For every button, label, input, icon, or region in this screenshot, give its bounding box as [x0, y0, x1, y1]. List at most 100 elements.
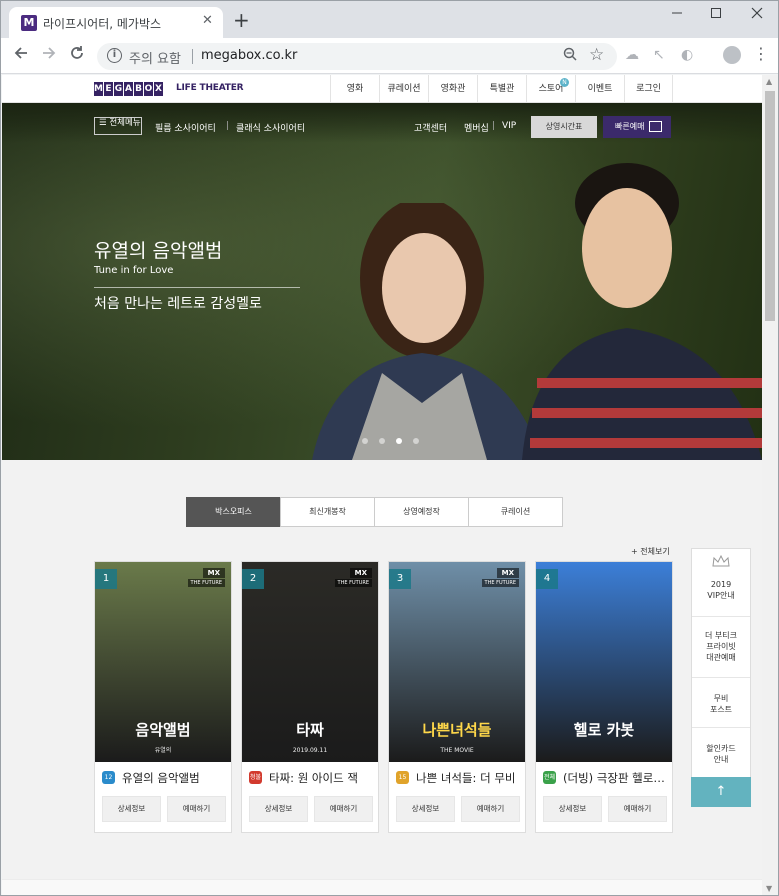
- see-all-link[interactable]: + 전체보기: [631, 546, 670, 557]
- movie-title[interactable]: 타짜: 원 아이드 잭: [269, 770, 374, 786]
- private-line-2: 프라이빗: [706, 642, 736, 651]
- vip-guide-link[interactable]: 2019 VIP안내: [692, 579, 750, 601]
- hero-subtitle: Tune in for Love: [94, 265, 174, 276]
- reload-icon[interactable]: [67, 45, 87, 66]
- book-button[interactable]: 예매하기: [167, 796, 226, 822]
- hero-title: 유열의 음악앨범: [94, 240, 223, 262]
- address-divider: [192, 49, 193, 64]
- detail-button[interactable]: 상세정보: [249, 796, 308, 822]
- side-quick-menu: 2019 VIP안내 더 부티크 프라이빗 대관예매 무비 포스트 할인카드 안…: [691, 548, 751, 807]
- profile-avatar[interactable]: [723, 46, 741, 64]
- movie-tab[interactable]: 큐레이션: [468, 497, 563, 527]
- movie-title[interactable]: 나쁜 녀석들: 더 무비: [416, 770, 521, 786]
- tab-title: 라이프시어터, 메가박스: [43, 17, 162, 31]
- hero-banner[interactable]: ☰ 전체메뉴 필름 소사이어티 | 클래식 소사이어티 고객센터 멤버십 | V…: [2, 103, 762, 460]
- nav-item[interactable]: 이벤트: [575, 75, 624, 103]
- maximize-icon[interactable]: [706, 7, 726, 23]
- customer-center-link[interactable]: 고객센터: [414, 121, 447, 134]
- movie-tab[interactable]: 박스오피스: [186, 497, 281, 527]
- discount-card-link[interactable]: 할인카드 안내: [692, 743, 750, 765]
- mx-badge: MX: [202, 568, 225, 578]
- extension-cursor-icon[interactable]: ↖: [653, 47, 665, 63]
- vip-link[interactable]: VIP: [502, 121, 516, 131]
- scroll-thumb[interactable]: [765, 91, 775, 321]
- close-window-icon[interactable]: [747, 7, 767, 23]
- all-menu-button[interactable]: ☰ 전체메뉴: [94, 117, 142, 135]
- rank-badge: 2: [242, 569, 264, 589]
- movie-tab[interactable]: 상영예정작: [374, 497, 469, 527]
- fast-booking-label: 빠른예매: [615, 122, 645, 131]
- nav-item[interactable]: 영화관: [428, 75, 477, 103]
- movie-poster[interactable]: 2 MX THE FUTURE 타짜 2019.09.11: [242, 562, 378, 762]
- nav-item-label: 영화: [346, 84, 364, 94]
- nav-item[interactable]: 로그인: [624, 75, 673, 103]
- poster-title-art: 타짜: [296, 721, 324, 739]
- page-scrollbar[interactable]: ▲ ▼: [762, 75, 778, 895]
- ticket-icon: [649, 121, 662, 132]
- card-buttons: 상세정보 예매하기: [396, 796, 526, 822]
- nav-item[interactable]: 영화: [330, 75, 379, 103]
- slide-dot[interactable]: [362, 438, 368, 444]
- new-tab-button[interactable]: +: [233, 10, 250, 30]
- megabox-logo[interactable]: MEGABOX: [94, 82, 164, 96]
- logo-letter: E: [104, 82, 113, 96]
- hero-actor-image: [522, 163, 762, 460]
- nav-item[interactable]: 특별관: [477, 75, 526, 103]
- film-society-link[interactable]: 필름 소사이어티: [155, 121, 216, 134]
- post-line-2: 포스트: [709, 705, 733, 714]
- movie-poster[interactable]: 4 헬로 카봇: [536, 562, 672, 762]
- zoom-icon[interactable]: [563, 47, 577, 65]
- nav-item[interactable]: 큐레이션: [379, 75, 428, 103]
- slide-dot[interactable]: [396, 438, 402, 444]
- security-warning[interactable]: 주의 요함: [129, 48, 181, 67]
- detail-button[interactable]: 상세정보: [543, 796, 602, 822]
- url-text[interactable]: megabox.co.kr: [201, 48, 297, 63]
- movie-post-link[interactable]: 무비 포스트: [692, 693, 750, 715]
- book-button[interactable]: 예매하기: [314, 796, 373, 822]
- book-button[interactable]: 예매하기: [608, 796, 667, 822]
- slide-dot[interactable]: [413, 438, 419, 444]
- movie-tab[interactable]: 최신개봉작: [280, 497, 375, 527]
- movie-card: 2 MX THE FUTURE 타짜 2019.09.11 청불 타짜: 원 아이드 잭 상세…: [241, 561, 379, 833]
- membership-link[interactable]: 멤버십: [464, 121, 489, 134]
- extension-cloud-icon[interactable]: ☁: [625, 47, 639, 63]
- address-bar[interactable]: i 주의 요함 megabox.co.kr ☆: [97, 43, 617, 70]
- scroll-top-button[interactable]: ↑: [691, 777, 751, 807]
- forward-arrow-icon[interactable]: [39, 45, 59, 66]
- private-line-3: 대관예매: [706, 653, 736, 662]
- nav-item[interactable]: 스토어 N: [526, 75, 575, 103]
- card-line-1: 할인카드: [706, 744, 736, 753]
- scroll-up-icon[interactable]: ▲: [766, 77, 772, 86]
- card-buttons: 상세정보 예매하기: [249, 796, 379, 822]
- age-rating-badge: 전체: [543, 771, 556, 784]
- slide-indicator: [362, 438, 430, 444]
- minimize-icon[interactable]: [667, 7, 687, 23]
- crown-icon: [712, 555, 730, 567]
- movie-poster[interactable]: 1 MX THE FUTURE 음악앨범 유열의: [95, 562, 231, 762]
- fast-booking-button[interactable]: 빠른예매: [603, 116, 671, 138]
- back-arrow-icon[interactable]: [11, 45, 31, 66]
- extension-shield-icon[interactable]: ◐: [681, 47, 693, 63]
- browser-menu-icon[interactable]: ⋮: [753, 44, 769, 63]
- detail-button[interactable]: 상세정보: [102, 796, 161, 822]
- slide-dot[interactable]: [379, 438, 385, 444]
- movie-poster[interactable]: 3 MX THE FUTURE 나쁜녀석들 THE MOVIE: [389, 562, 525, 762]
- nav-item-label: 영화관: [440, 84, 466, 94]
- private-booking-link[interactable]: 더 부티크 프라이빗 대관예매: [692, 630, 750, 663]
- footer-edge: [2, 879, 762, 895]
- detail-button[interactable]: 상세정보: [396, 796, 455, 822]
- bookmark-star-icon[interactable]: ☆: [589, 45, 604, 65]
- scroll-down-icon[interactable]: ▼: [766, 884, 772, 893]
- book-button[interactable]: 예매하기: [461, 796, 520, 822]
- browser-tab[interactable]: M 라이프시어터, 메가박스 ✕: [9, 7, 223, 38]
- movie-title[interactable]: 유열의 음악앨범: [122, 770, 227, 786]
- age-rating-badge: 12: [102, 771, 115, 784]
- schedule-button[interactable]: 상영시간표: [531, 116, 597, 138]
- poster-title-art: 헬로 카봇: [573, 721, 635, 739]
- logo-tagline: LIFE THEATER: [176, 83, 244, 93]
- tab-close-icon[interactable]: ✕: [202, 13, 213, 28]
- classic-society-link[interactable]: 클래식 소사이어티: [236, 121, 305, 134]
- info-icon[interactable]: i: [107, 48, 122, 63]
- movie-card: 4 헬로 카봇전체 (더빙) 극장판 헬로카봇상세정보 예매하기: [535, 561, 673, 833]
- movie-title[interactable]: (더빙) 극장판 헬로카봇: [563, 770, 668, 786]
